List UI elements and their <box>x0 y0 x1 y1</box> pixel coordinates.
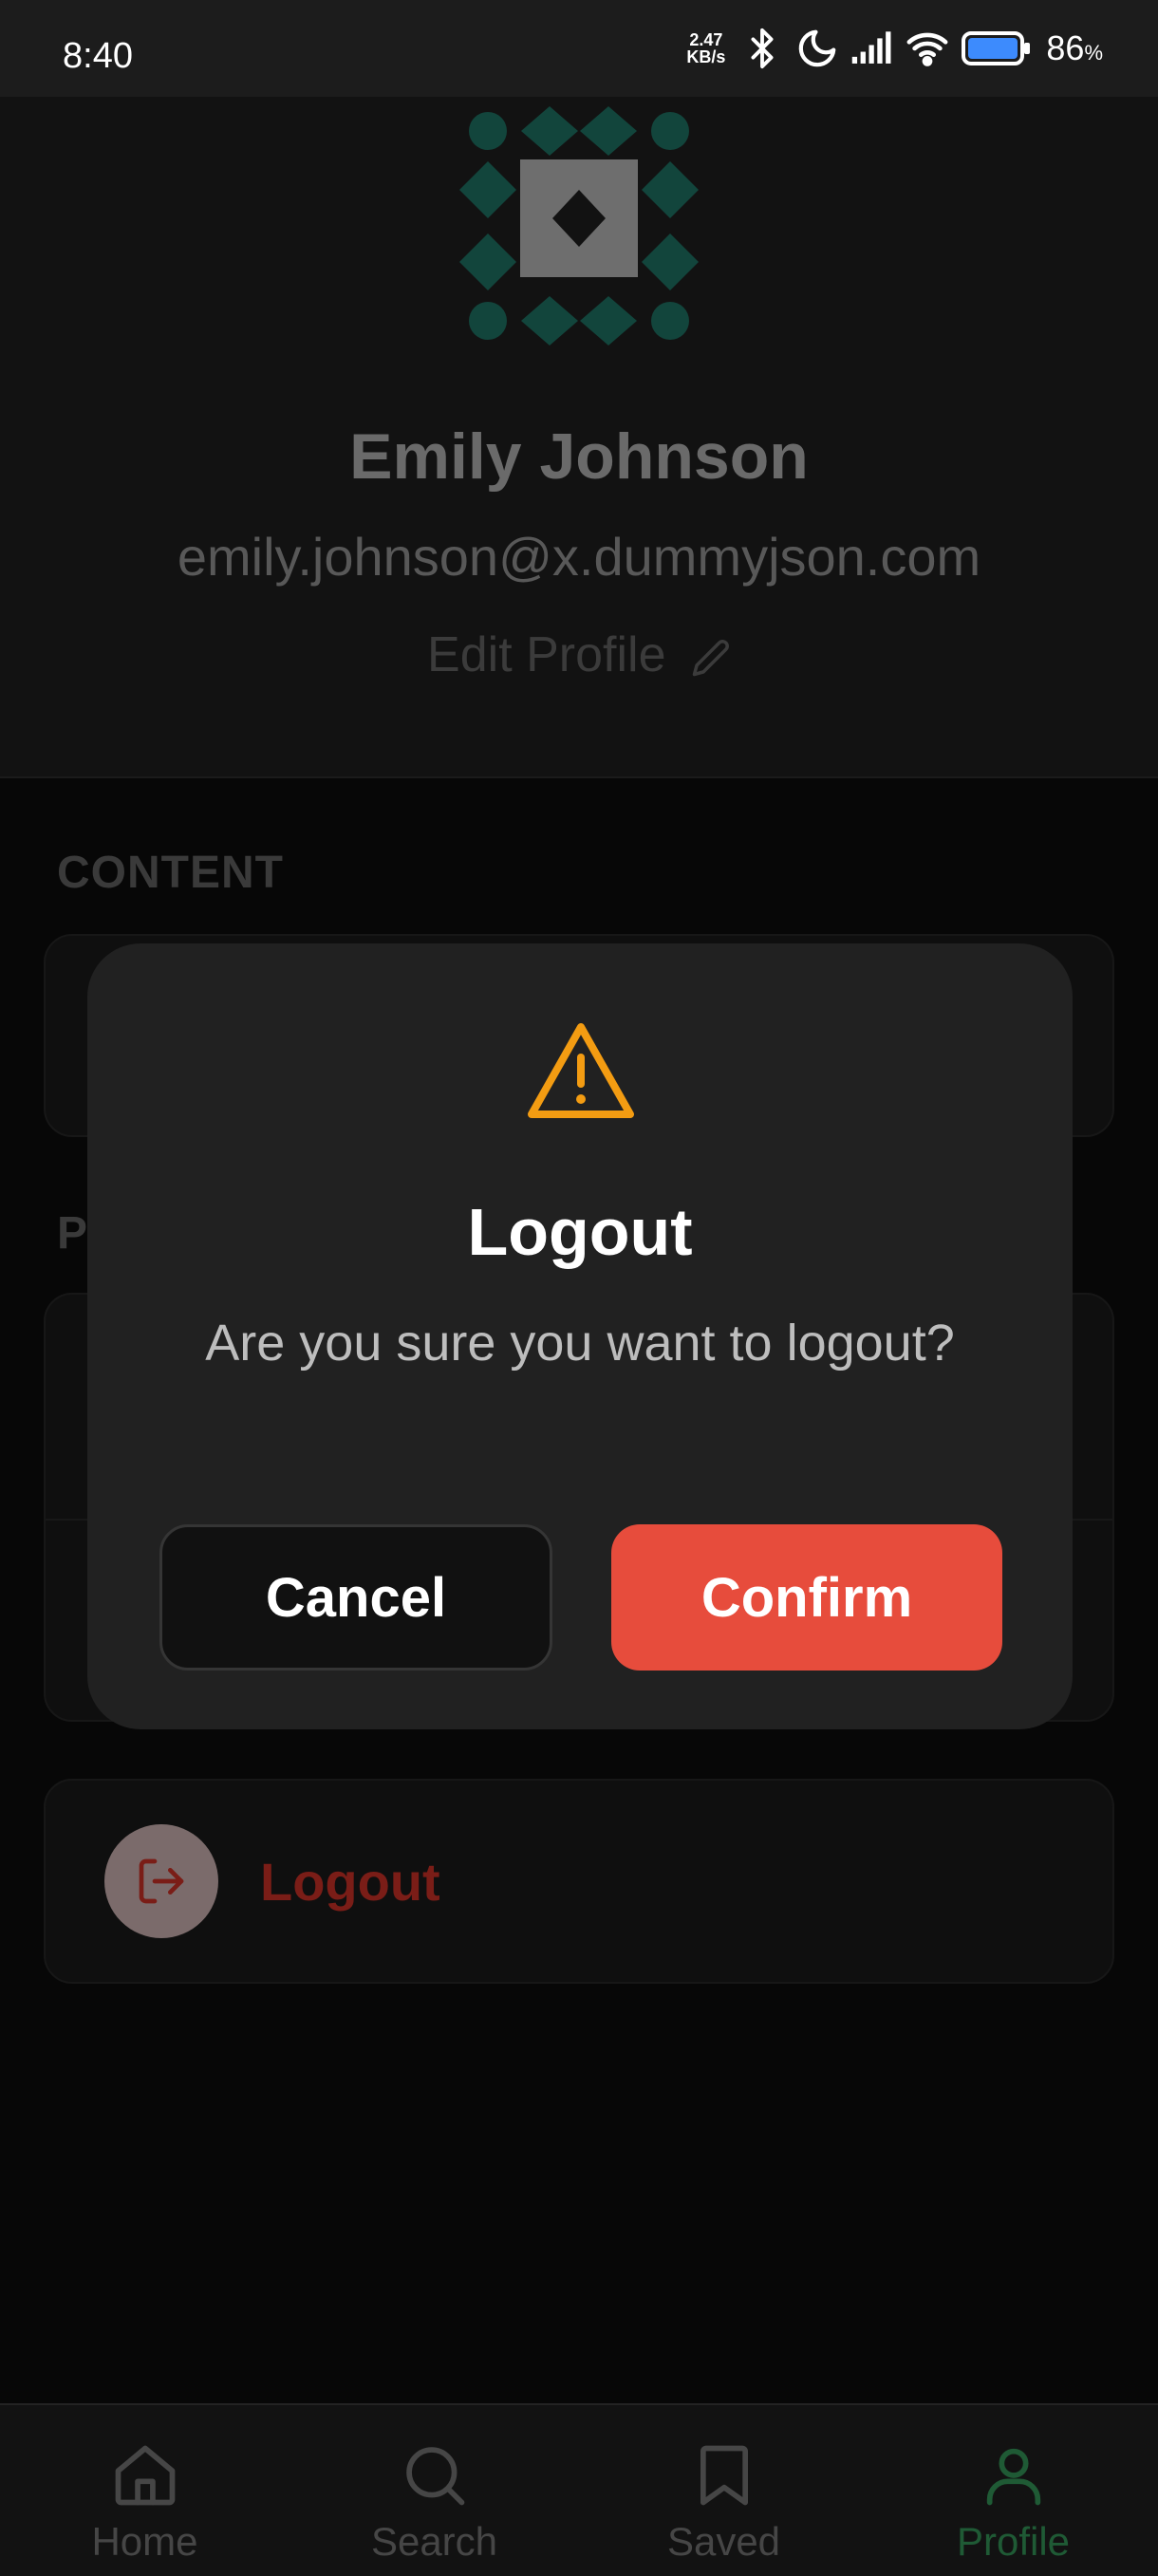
section-label-second: P <box>57 1208 89 1259</box>
dialog-title: Logout <box>467 1195 693 1269</box>
warning-icon <box>528 1023 634 1118</box>
network-speed-unit: KB/s <box>686 47 726 66</box>
battery-percent: 86% <box>1046 28 1103 68</box>
avatar[interactable] <box>459 106 699 345</box>
nav-label-search: Search <box>370 2519 498 2564</box>
home-icon <box>115 2445 175 2506</box>
logout-row-label: Logout <box>260 1852 440 1912</box>
edit-profile-link[interactable]: Edit Profile <box>0 626 1158 683</box>
profile-name: Emily Johnson <box>349 420 809 493</box>
network-speed-value: 2.47 <box>689 30 723 49</box>
profile-header: Emily Johnson emily.johnson@x.dummyjson.… <box>0 97 1158 778</box>
signal-icon <box>850 27 894 70</box>
edit-profile-label: Edit Profile <box>427 627 666 682</box>
logout-icon-circle <box>104 1824 218 1938</box>
confirm-button[interactable]: Confirm <box>611 1524 1002 1671</box>
battery-percent-sign: % <box>1084 41 1103 65</box>
nav-item-saved[interactable]: Saved <box>579 2405 868 2576</box>
logout-row[interactable]: Logout <box>44 1779 1114 1984</box>
section-label-content: CONTENT <box>57 848 284 898</box>
battery-icon <box>961 27 1033 70</box>
moon-icon <box>795 27 839 70</box>
logout-icon <box>139 1858 184 1904</box>
profile-email: emily.johnson@x.dummyjson.com <box>177 527 981 587</box>
status-time: 8:40 <box>63 36 133 76</box>
status-bar: 8:40 2.47 KB/s 86% <box>0 0 1158 97</box>
bottom-nav: Home Search Saved Profile <box>0 2403 1158 2576</box>
battery-percent-value: 86 <box>1046 28 1085 67</box>
logout-dialog: Logout Are you sure you want to logout? … <box>87 943 1073 1729</box>
status-icons: 2.47 KB/s 86% <box>686 25 1103 72</box>
profile-icon <box>986 2448 1040 2506</box>
search-icon <box>405 2447 464 2506</box>
bluetooth-icon <box>740 27 784 70</box>
network-speed: 2.47 KB/s <box>686 31 725 65</box>
nav-item-search[interactable]: Search <box>290 2405 579 2576</box>
wifi-icon <box>906 27 949 70</box>
nav-item-profile[interactable]: Profile <box>868 2405 1158 2576</box>
nav-item-home[interactable]: Home <box>0 2405 290 2576</box>
nav-label-saved: Saved <box>666 2519 781 2564</box>
nav-label-profile: Profile <box>956 2519 1071 2564</box>
dialog-message: Are you sure you want to logout? <box>205 1315 955 1372</box>
bookmark-icon <box>700 2445 748 2506</box>
nav-label-home: Home <box>91 2519 198 2564</box>
cancel-button[interactable]: Cancel <box>159 1524 552 1671</box>
pencil-icon <box>692 640 729 677</box>
